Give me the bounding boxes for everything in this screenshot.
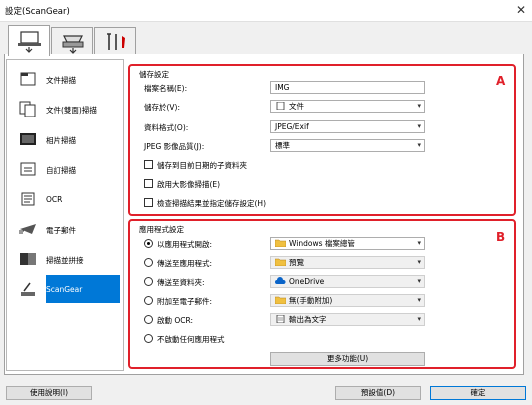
jpeg-quality-label: JPEG 影像品質(J): <box>144 142 205 151</box>
scangear-icon <box>21 282 35 296</box>
data-format-value: JPEG/Exif <box>275 122 309 131</box>
scan-type-list: 文件掃描 文件(雙面)掃描 相片掃描 自訂掃描 OCR 電子郵件 掃描並拼接 S… <box>6 59 124 371</box>
send-to-folder-select[interactable]: OneDrive ▾ <box>270 275 425 288</box>
send-to-app-value: 預覽 <box>289 258 304 267</box>
sidebar-item-label: 掃描並拼接 <box>46 256 84 265</box>
sidebar-item-label: 文件(雙面)掃描 <box>46 106 97 115</box>
open-with-app-radio[interactable] <box>144 239 153 248</box>
tab-scan-from-panel[interactable] <box>51 27 93 54</box>
start-ocr-label: 啟動 OCR: <box>157 316 194 325</box>
subfolder-checkbox[interactable] <box>144 160 153 169</box>
data-format-select[interactable]: JPEG/Exif ▾ <box>270 120 425 133</box>
marker-a: A <box>496 74 506 88</box>
help-button[interactable]: 使用說明(I) <box>6 386 92 400</box>
chevron-down-icon: ▾ <box>417 315 421 323</box>
stitch-icon <box>20 253 36 265</box>
email-icon <box>19 224 36 234</box>
large-image-label: 啟用大影像掃描(E) <box>157 180 221 189</box>
send-to-folder-value: OneDrive <box>289 277 325 286</box>
sidebar-item-ocr[interactable]: OCR <box>8 185 122 213</box>
panel-scan-icon <box>62 35 84 54</box>
close-icon[interactable]: ✕ <box>516 3 526 17</box>
sidebar-item-label: ScanGear <box>46 285 83 294</box>
start-ocr-value: 輸出為文字 <box>289 315 327 324</box>
tab-scan-from-computer[interactable] <box>8 25 50 56</box>
sidebar-item-email[interactable]: 電子郵件 <box>8 215 122 243</box>
folder-icon <box>275 296 286 304</box>
send-to-folder-label: 傳送至資料夾: <box>157 278 205 287</box>
sidebar-item-duplex-scan[interactable]: 文件(雙面)掃描 <box>8 95 122 123</box>
chevron-down-icon: ▾ <box>417 258 421 266</box>
attach-email-select[interactable]: 無(手動附加) ▾ <box>270 294 425 307</box>
file-name-label: 檔案名稱(E): <box>144 84 188 93</box>
start-ocr-radio[interactable] <box>144 315 153 324</box>
no-app-label: 不啟動任何應用程式 <box>157 335 225 344</box>
chevron-down-icon: ▾ <box>417 102 421 110</box>
computer-scan-icon <box>18 31 41 53</box>
send-to-app-select[interactable]: 預覽 ▾ <box>270 256 425 269</box>
large-image-checkbox[interactable] <box>144 179 153 188</box>
save-in-select[interactable]: 文件 ▾ <box>270 100 425 113</box>
title-bar: 設定(ScanGear) ✕ <box>0 0 532 22</box>
sidebar-item-photo-scan[interactable]: 相片掃描 <box>8 125 122 153</box>
more-functions-button[interactable]: 更多功能(U) <box>270 352 425 366</box>
chevron-down-icon: ▾ <box>417 277 421 285</box>
sidebar-item-stitch[interactable]: 掃描並拼接 <box>8 245 122 273</box>
file-name-input[interactable]: IMG <box>270 81 425 94</box>
cloud-icon <box>275 277 286 284</box>
custom-scan-icon <box>20 162 36 176</box>
chevron-down-icon: ▾ <box>417 141 421 149</box>
ok-button[interactable]: 確定 <box>430 386 526 400</box>
sidebar-item-label: 相片掃描 <box>46 136 76 145</box>
start-ocr-select[interactable]: 輸出為文字 ▾ <box>270 313 425 326</box>
send-to-app-radio[interactable] <box>144 258 153 267</box>
no-app-radio[interactable] <box>144 334 153 343</box>
file-name-value: IMG <box>275 83 290 92</box>
open-with-app-label: 以應用程式開啟: <box>157 240 213 249</box>
check-results-label: 檢查掃描結果並指定儲存設定(H) <box>157 199 266 208</box>
attach-email-label: 附加至電子郵件: <box>157 297 213 306</box>
duplex-scan-icon <box>19 101 36 117</box>
save-in-label: 儲存於(V): <box>144 103 181 112</box>
sidebar-item-scangear[interactable]: ScanGear <box>8 275 122 303</box>
jpeg-quality-select[interactable]: 標準 ▾ <box>270 139 425 152</box>
ocr-icon <box>21 192 35 206</box>
save-settings-title: 儲存設定 <box>139 70 169 79</box>
attach-email-value: 無(手動附加) <box>289 296 333 305</box>
sidebar-item-document-scan[interactable]: 文件掃描 <box>8 65 122 93</box>
chevron-down-icon: ▾ <box>417 239 421 247</box>
jpeg-quality-value: 標準 <box>275 141 290 150</box>
open-with-app-value: Windows 檔案總管 <box>289 239 355 248</box>
data-format-label: 資料格式(O): <box>144 123 189 132</box>
check-results-checkbox[interactable] <box>144 198 153 207</box>
photo-scan-icon <box>20 133 36 145</box>
chevron-down-icon: ▾ <box>417 296 421 304</box>
open-with-app-select[interactable]: Windows 檔案總管 ▾ <box>270 237 425 250</box>
ocr-icon <box>276 315 285 323</box>
sidebar-item-label: 文件掃描 <box>46 76 76 85</box>
save-in-value: 文件 <box>289 102 304 111</box>
folder-icon <box>275 239 286 247</box>
folder-icon <box>275 258 286 266</box>
document-folder-icon <box>276 102 285 110</box>
send-to-folder-radio[interactable] <box>144 277 153 286</box>
tab-general-settings[interactable] <box>94 27 136 54</box>
subfolder-label: 儲存到目前日期的子資料夾 <box>157 161 247 170</box>
marker-b: B <box>496 230 506 244</box>
app-settings-title: 應用程式設定 <box>139 225 184 234</box>
defaults-button[interactable]: 預設值(D) <box>335 386 421 400</box>
sidebar-item-custom-scan[interactable]: 自訂掃描 <box>8 155 122 183</box>
attach-email-radio[interactable] <box>144 296 153 305</box>
sidebar-item-label: 電子郵件 <box>46 226 76 235</box>
sidebar-item-label: 自訂掃描 <box>46 166 76 175</box>
chevron-down-icon: ▾ <box>417 122 421 130</box>
tools-icon <box>107 33 125 50</box>
window-title: 設定(ScanGear) <box>5 7 70 17</box>
send-to-app-label: 傳送至應用程式: <box>157 259 213 268</box>
document-scan-icon <box>20 72 36 86</box>
sidebar-item-label: OCR <box>46 195 63 204</box>
